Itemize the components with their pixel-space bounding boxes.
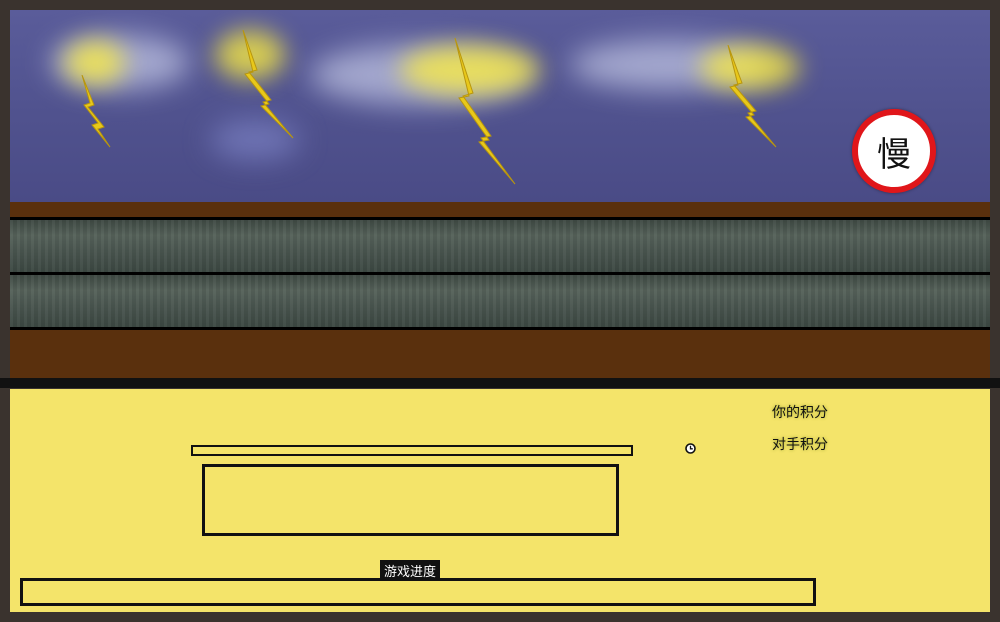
- game-window: 慢 你的积分 对手积分 游戏进度: [0, 0, 1000, 622]
- game-progress-bar: [20, 578, 816, 606]
- track-lane-2: [10, 272, 990, 330]
- clock-icon: [685, 443, 696, 454]
- divider: [0, 378, 1000, 388]
- lightning-bolt-icon: [454, 38, 516, 185]
- my-score-label: 你的积分: [772, 405, 828, 421]
- slow-speed-button[interactable]: 慢: [852, 109, 936, 193]
- slow-speed-label: 慢: [877, 134, 911, 175]
- timer-bar: [191, 445, 633, 456]
- lightning-bolt-icon: [242, 30, 294, 139]
- answer-input-box[interactable]: [202, 464, 619, 536]
- control-panel: 你的积分 对手积分 游戏进度: [10, 389, 990, 612]
- sky-scene: 慢: [10, 10, 990, 202]
- lightning-bolt-icon: [727, 45, 777, 148]
- race-track: [10, 202, 990, 380]
- track-lane-1: [10, 217, 990, 275]
- lightning-bolt-icon: [81, 75, 111, 148]
- opponent-score-label: 对手积分: [772, 437, 828, 453]
